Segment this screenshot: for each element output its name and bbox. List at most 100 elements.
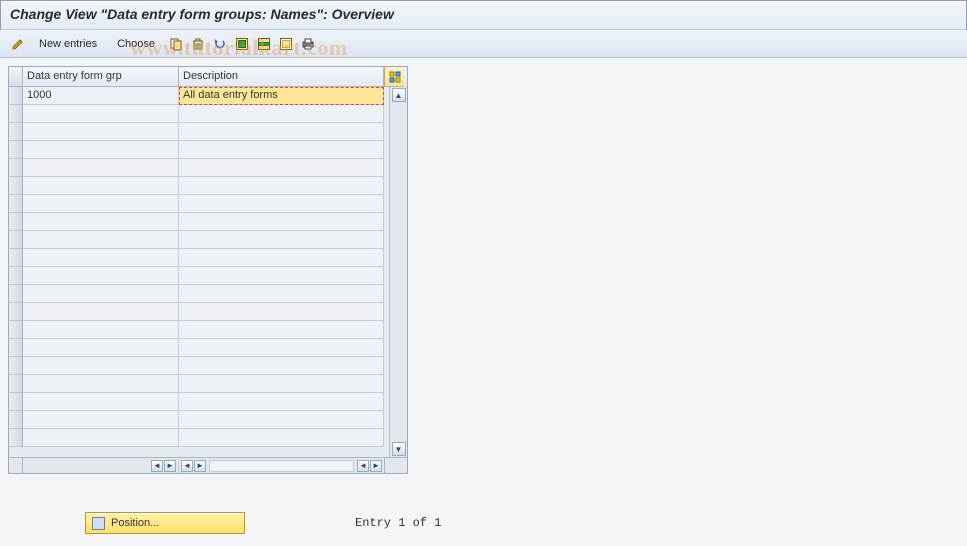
print-icon[interactable] — [298, 34, 318, 54]
cell-form-group[interactable] — [23, 177, 179, 195]
cell-form-group[interactable] — [23, 303, 179, 321]
copy-as-icon[interactable] — [166, 34, 186, 54]
cell-form-group[interactable] — [23, 159, 179, 177]
table-row — [9, 375, 389, 393]
cell-form-group[interactable] — [23, 339, 179, 357]
cell-form-group[interactable] — [23, 393, 179, 411]
cell-description[interactable] — [179, 249, 384, 267]
cell-form-group[interactable] — [23, 249, 179, 267]
cell-form-group[interactable] — [23, 267, 179, 285]
row-selector[interactable] — [9, 303, 23, 321]
row-selector[interactable] — [9, 411, 23, 429]
content-area: Data entry form grp Description 1000All … — [0, 58, 967, 546]
cell-form-group[interactable] — [23, 105, 179, 123]
cell-description[interactable] — [179, 105, 384, 123]
select-block-icon[interactable] — [254, 34, 274, 54]
table-row — [9, 411, 389, 429]
cell-description[interactable] — [179, 195, 384, 213]
table-row — [9, 267, 389, 285]
table-row — [9, 105, 389, 123]
row-selector[interactable] — [9, 105, 23, 123]
toolbar: New entries Choose — [0, 30, 967, 58]
cell-description[interactable] — [179, 357, 384, 375]
position-button-label: Position... — [111, 517, 159, 529]
column-header-form-group[interactable]: Data entry form grp — [23, 67, 179, 87]
cell-form-group[interactable] — [23, 411, 179, 429]
cell-form-group[interactable] — [23, 195, 179, 213]
column-header-description[interactable]: Description — [179, 67, 384, 87]
cell-description[interactable] — [179, 141, 384, 159]
col1-scroll-left-icon[interactable]: ◄ — [151, 460, 163, 472]
cell-description[interactable] — [179, 213, 384, 231]
row-selector[interactable] — [9, 357, 23, 375]
cell-description[interactable] — [179, 177, 384, 195]
cell-description[interactable] — [179, 375, 384, 393]
row-selector[interactable] — [9, 195, 23, 213]
row-selector[interactable] — [9, 339, 23, 357]
toggle-display-change-icon[interactable] — [8, 34, 28, 54]
cell-form-group[interactable] — [23, 321, 179, 339]
vertical-scrollbar[interactable]: ▲ ▼ — [389, 87, 407, 457]
position-button[interactable]: Position... — [85, 512, 245, 534]
col2-scroll-left2-icon[interactable]: ◄ — [357, 460, 369, 472]
cell-description[interactable] — [179, 267, 384, 285]
cell-form-group[interactable] — [23, 285, 179, 303]
scroll-up-icon[interactable]: ▲ — [392, 88, 406, 102]
row-selector[interactable] — [9, 231, 23, 249]
cell-form-group[interactable] — [23, 213, 179, 231]
col2-scroll-left-icon[interactable]: ◄ — [181, 460, 193, 472]
deselect-all-icon[interactable] — [276, 34, 296, 54]
table-row — [9, 249, 389, 267]
table-row — [9, 393, 389, 411]
table-row — [9, 141, 389, 159]
cell-form-group[interactable] — [23, 357, 179, 375]
data-grid: Data entry form grp Description 1000All … — [8, 66, 408, 474]
row-selector[interactable] — [9, 141, 23, 159]
cell-form-group[interactable] — [23, 123, 179, 141]
cell-form-group[interactable] — [23, 375, 179, 393]
row-selector[interactable] — [9, 213, 23, 231]
cell-description[interactable] — [179, 123, 384, 141]
row-selector[interactable] — [9, 285, 23, 303]
select-all-icon[interactable] — [232, 34, 252, 54]
row-selector-header[interactable] — [9, 67, 23, 87]
cell-description[interactable] — [179, 321, 384, 339]
row-selector[interactable] — [9, 267, 23, 285]
table-row — [9, 303, 389, 321]
cell-description[interactable] — [179, 231, 384, 249]
scroll-down-icon[interactable]: ▼ — [392, 442, 406, 456]
position-icon — [92, 517, 105, 530]
row-selector[interactable] — [9, 177, 23, 195]
cell-form-group[interactable] — [23, 231, 179, 249]
cell-description[interactable] — [179, 411, 384, 429]
row-selector[interactable] — [9, 375, 23, 393]
row-selector[interactable] — [9, 123, 23, 141]
choose-button[interactable]: Choose — [108, 34, 164, 54]
cell-description[interactable]: All data entry forms — [179, 87, 384, 105]
cell-description[interactable] — [179, 159, 384, 177]
row-selector[interactable] — [9, 429, 23, 447]
table-row — [9, 159, 389, 177]
cell-description[interactable] — [179, 339, 384, 357]
cell-form-group[interactable] — [23, 429, 179, 447]
row-selector[interactable] — [9, 321, 23, 339]
row-selector[interactable] — [9, 159, 23, 177]
cell-description[interactable] — [179, 303, 384, 321]
col2-scroll-right2-icon[interactable]: ► — [370, 460, 382, 472]
cell-form-group[interactable]: 1000 — [23, 87, 179, 105]
undo-change-icon[interactable] — [210, 34, 230, 54]
col2-scroll-right-icon[interactable]: ► — [194, 460, 206, 472]
table-settings-icon[interactable] — [384, 67, 404, 87]
cell-description[interactable] — [179, 393, 384, 411]
cell-description[interactable] — [179, 429, 384, 447]
hscroll-track[interactable] — [209, 460, 354, 472]
new-entries-button[interactable]: New entries — [30, 34, 106, 54]
row-selector[interactable] — [9, 393, 23, 411]
col1-scroll-right-icon[interactable]: ► — [164, 460, 176, 472]
cell-form-group[interactable] — [23, 141, 179, 159]
delete-icon[interactable] — [188, 34, 208, 54]
row-selector[interactable] — [9, 249, 23, 267]
row-selector[interactable] — [9, 87, 23, 105]
cell-description[interactable] — [179, 285, 384, 303]
table-row — [9, 357, 389, 375]
